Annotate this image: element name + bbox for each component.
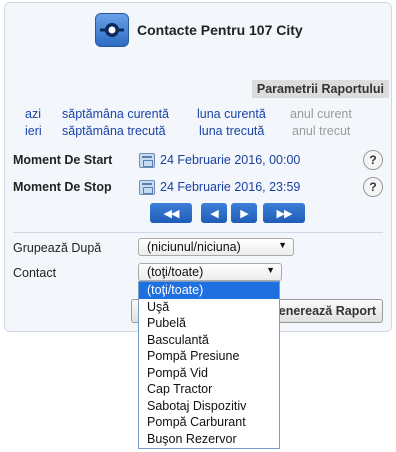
report-header: Contacte Pentru 107 City [95,13,303,47]
chevron-down-icon: ▼ [278,240,287,250]
stop-time-value[interactable]: 24 Februarie 2016, 23:59 [160,180,300,194]
period-this-week-link[interactable]: săptămâna curentă [62,107,169,121]
nav-prev-button[interactable]: ◀ [201,203,227,223]
stop-help-button[interactable]: ? [363,177,383,197]
route-target-icon [95,13,129,47]
period-yesterday-link[interactable]: ieri [25,124,42,138]
contact-option[interactable]: Pubelă [139,315,279,332]
contact-option[interactable]: Uşă [139,299,279,316]
contact-option[interactable]: Buşon Rezervor [139,431,279,448]
contact-option[interactable]: Pompă Carburant [139,414,279,431]
section-divider [13,232,383,233]
period-last-week-link[interactable]: săptămâna trecută [62,124,166,138]
contact-option[interactable]: Pompă Vid [139,365,279,382]
contact-option[interactable]: Pompă Presiune [139,348,279,365]
contact-option[interactable]: Basculantă [139,332,279,349]
contact-value: (toţi/toate) [147,265,204,279]
contact-option[interactable]: Sabotaj Dispozitiv [139,398,279,415]
contact-option[interactable]: (toţi/toate) [139,282,279,299]
period-today-link[interactable]: azi [25,107,41,121]
contact-dropdown-list[interactable]: (toţi/toate) Uşă Pubelă Basculantă Pompă… [138,281,280,449]
report-parameters-label: Parametrii Raportului [251,80,389,98]
contact-option[interactable]: Cap Tractor [139,381,279,398]
group-by-label: Grupează După [13,241,102,255]
stop-time-label: Moment De Stop [13,180,112,194]
contact-label: Contact [13,266,57,280]
calendar-icon[interactable] [139,153,155,168]
start-time-value[interactable]: 24 Februarie 2016, 00:00 [160,153,300,167]
contact-select[interactable]: (toţi/toate) ▼ [138,263,282,281]
calendar-icon[interactable] [139,180,155,195]
group-by-value: (niciunul/niciuna) [147,240,241,254]
start-help-button[interactable]: ? [363,150,383,170]
page-title: Contacte Pentru 107 City [137,22,303,38]
period-this-month-link[interactable]: luna curentă [197,107,266,121]
period-last-month-link[interactable]: luna trecută [199,124,264,138]
period-last-year-label: anul trecut [292,124,351,138]
group-by-select[interactable]: (niciunul/niciuna) ▼ [138,238,294,256]
period-this-year-label: anul curent [290,107,352,121]
nav-first-button[interactable]: ◀◀ [150,203,192,223]
chevron-down-icon: ▼ [266,265,275,275]
start-time-label: Moment De Start [13,153,113,167]
nav-next-button[interactable]: ▶ [231,203,257,223]
nav-last-button[interactable]: ▶▶ [263,203,305,223]
